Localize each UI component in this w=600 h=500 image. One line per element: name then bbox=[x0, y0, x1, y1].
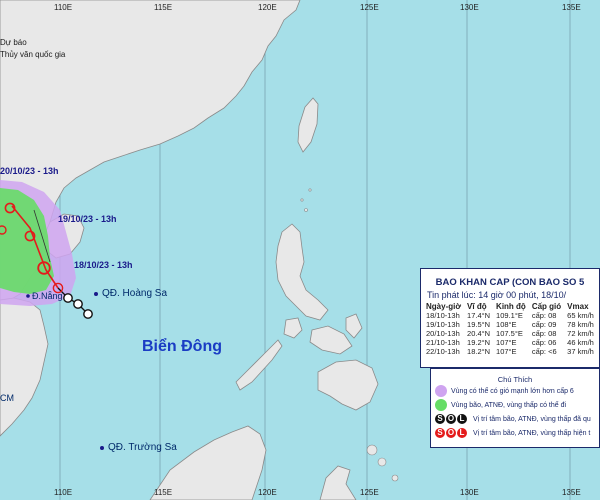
cell-level: cấp: 08 bbox=[531, 329, 557, 338]
header-datetime: Ngày-giờ bbox=[426, 302, 462, 311]
cell-datetime: 22/10-13h bbox=[426, 347, 460, 356]
lon-tick-bottom-110: 110E bbox=[54, 488, 73, 497]
header-vmax: Vmax bbox=[567, 302, 589, 311]
lon-tick-top-110: 110E bbox=[54, 3, 73, 12]
agency-line-2: Thủy văn quốc gia bbox=[0, 50, 66, 59]
cell-lat: 20.4°N bbox=[467, 329, 491, 338]
lon-tick-bottom-115: 115E bbox=[154, 488, 173, 497]
cell-vmax: 37 km/h bbox=[567, 347, 594, 356]
header-lon: Kinh độ bbox=[496, 302, 526, 311]
bulletin-panel: BAO KHAN CAP (CON BAO SO 5 Tin phát lúc:… bbox=[420, 268, 600, 368]
track-label-20-10: 20/10/23 - 13h bbox=[0, 166, 59, 176]
cm-label: CM bbox=[0, 393, 14, 403]
legend-panel: Chú Thích Vùng có thể có gió mạnh lớn hơ… bbox=[430, 368, 600, 448]
cell-datetime: 20/10-13h bbox=[426, 329, 460, 338]
symbol-o-icon: O bbox=[446, 414, 456, 424]
cell-datetime: 19/10-13h bbox=[426, 320, 460, 329]
table-row: 22/10-13h 18.2°N 107°E cấp: <6 37 km/h bbox=[423, 347, 597, 356]
lon-tick-top-120: 120E bbox=[258, 3, 277, 12]
cell-vmax: 78 km/h bbox=[567, 320, 594, 329]
cell-vmax: 65 km/h bbox=[567, 311, 594, 320]
cell-level: cấp: 09 bbox=[531, 320, 557, 329]
agency-line-1: Dự báo bbox=[0, 38, 27, 47]
legend-title: Chú Thích bbox=[497, 375, 533, 384]
cell-level: cấp: 08 bbox=[531, 311, 557, 320]
lon-tick-top-115: 115E bbox=[154, 3, 173, 12]
lon-tick-top-125: 125E bbox=[360, 3, 379, 12]
legend-item-label: Vị trí tâm bão, ATNĐ, vùng thấp hiện t bbox=[473, 429, 591, 437]
symbol-o-icon: O bbox=[446, 428, 456, 438]
lon-tick-bottom-130: 130E bbox=[460, 488, 479, 497]
lon-tick-top-135: 135E bbox=[562, 3, 581, 12]
sea-label: Biển Đông bbox=[142, 338, 222, 355]
legend-item-storm-zone: Vùng bão, ATNĐ, vùng thấp có thể đi bbox=[435, 398, 599, 412]
forecast-position-symbols: S O L bbox=[435, 428, 467, 438]
hoang-sa-marker bbox=[94, 292, 98, 296]
track-label-19-10: 19/10/23 - 13h bbox=[58, 214, 117, 224]
cell-lat: 18.2°N bbox=[467, 347, 491, 356]
lon-tick-bottom-120: 120E bbox=[258, 488, 277, 497]
cell-datetime: 18/10-13h bbox=[426, 311, 460, 320]
da-nang-label: Đ.Nẵng bbox=[32, 291, 63, 301]
bulletin-issued: Tin phát lúc: 14 giờ 00 phút, 18/10/ bbox=[427, 290, 567, 300]
cell-level: cấp: 06 bbox=[531, 338, 557, 347]
legend-item-label: Vùng có thể có gió mạnh lớn hơn cấp 6 bbox=[451, 387, 574, 395]
purple-zone-swatch bbox=[435, 385, 447, 397]
legend-item-past-position: S O L Vị trí tâm bão, ATNĐ, vùng thấp đã… bbox=[435, 412, 599, 426]
cell-lon: 107.5°E bbox=[496, 329, 523, 338]
lon-tick-top-130: 130E bbox=[460, 3, 479, 12]
da-nang-marker bbox=[26, 294, 30, 298]
truong-sa-label: QĐ. Trường Sa bbox=[108, 442, 177, 453]
cell-lon: 108°E bbox=[496, 320, 517, 329]
cell-lon: 107°E bbox=[496, 338, 517, 347]
table-row: 20/10-13h 20.4°N 107.5°E cấp: 08 72 km/h bbox=[423, 329, 597, 338]
hoang-sa-label: QĐ. Hoàng Sa bbox=[102, 288, 168, 299]
cell-lon: 107°E bbox=[496, 347, 517, 356]
symbol-s-icon: S bbox=[435, 428, 445, 438]
cell-datetime: 21/10-13h bbox=[426, 338, 460, 347]
symbol-l-icon: L bbox=[457, 428, 467, 438]
cell-lon: 109.1°E bbox=[496, 311, 523, 320]
bulletin-table: Ngày-giờ Vĩ độ Kinh độ Cấp gió Vmax 18/1… bbox=[423, 302, 597, 356]
symbol-l-icon: L bbox=[457, 414, 467, 424]
table-row: 19/10-13h 19.5°N 108°E cấp: 09 78 km/h bbox=[423, 320, 597, 329]
cell-vmax: 46 km/h bbox=[567, 338, 594, 347]
bulletin-title: BAO KHAN CAP (CON BAO SO 5 bbox=[435, 277, 585, 288]
header-level: Cấp gió bbox=[531, 302, 562, 311]
cell-lat: 19.5°N bbox=[467, 320, 491, 329]
cell-lat: 17.4°N bbox=[467, 311, 491, 320]
cell-lat: 19.2°N bbox=[467, 338, 491, 347]
past-position-symbols: S O L bbox=[435, 414, 467, 424]
lon-tick-bottom-125: 125E bbox=[360, 488, 379, 497]
legend-item-warning-zone: Vùng có thể có gió mạnh lớn hơn cấp 6 bbox=[435, 384, 599, 398]
legend-item-label: Vị trí tâm bão, ATNĐ, vùng thấp đã qu bbox=[473, 415, 591, 423]
truong-sa-marker bbox=[100, 446, 104, 450]
table-row: 21/10-13h 19.2°N 107°E cấp: 06 46 km/h bbox=[423, 338, 597, 347]
header-lat: Vĩ độ bbox=[467, 302, 487, 311]
symbol-s-icon: S bbox=[435, 414, 445, 424]
green-zone-swatch bbox=[435, 399, 447, 411]
bulletin-header-row: Ngày-giờ Vĩ độ Kinh độ Cấp gió Vmax bbox=[423, 302, 597, 311]
legend-item-label: Vùng bão, ATNĐ, vùng thấp có thể đi bbox=[451, 401, 567, 409]
track-label-18-10: 18/10/23 - 13h bbox=[74, 260, 133, 270]
cell-vmax: 72 km/h bbox=[567, 329, 594, 338]
lon-tick-bottom-135: 135E bbox=[562, 488, 581, 497]
legend-item-forecast-position: S O L Vị trí tâm bão, ATNĐ, vùng thấp hi… bbox=[435, 426, 599, 440]
cell-level: cấp: <6 bbox=[531, 347, 557, 356]
table-row: 18/10-13h 17.4°N 109.1°E cấp: 08 65 km/h bbox=[423, 311, 597, 320]
